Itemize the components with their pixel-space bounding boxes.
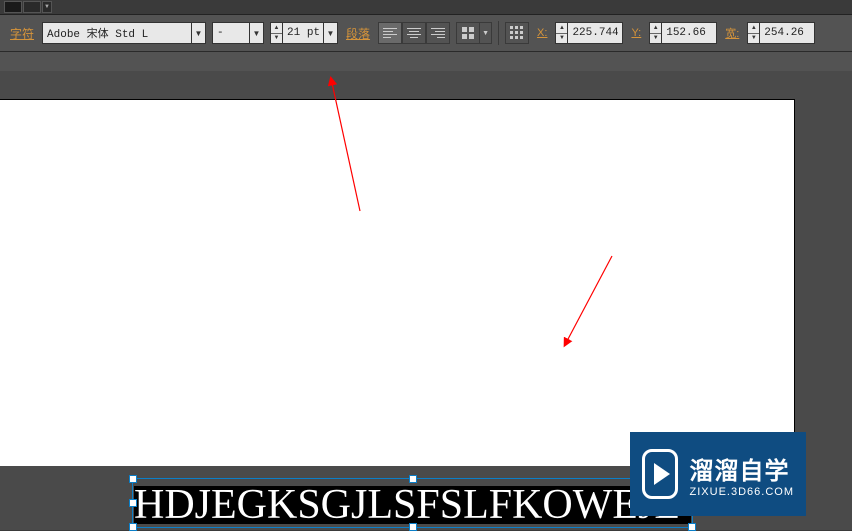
secondary-bar [0, 52, 852, 71]
paragraph-panel-link[interactable]: 段落 [344, 25, 372, 42]
y-coord-input[interactable] [661, 22, 717, 44]
font-style-dropdown[interactable]: ▼ [212, 22, 264, 44]
align-center-button[interactable] [402, 22, 426, 44]
watermark-en: ZIXUE.3D66.COM [690, 486, 794, 498]
font-family-arrow-icon[interactable]: ▼ [192, 22, 206, 44]
font-family-input[interactable] [42, 22, 192, 44]
character-panel-link[interactable]: 字符 [8, 25, 36, 42]
spinner-down-icon[interactable]: ▼ [271, 34, 282, 44]
title-bar: ▼ [0, 0, 852, 15]
text-frame-selection[interactable]: HDJEGKSGJLSFSLFKOWEJE [132, 478, 693, 528]
font-family-dropdown[interactable]: ▼ [42, 22, 206, 44]
distribute-dropdown-icon[interactable]: ▼ [480, 22, 492, 44]
x-coord-control[interactable]: ▲▼ [555, 22, 623, 44]
text-align-group [378, 22, 450, 44]
align-right-button[interactable] [426, 22, 450, 44]
x-coord-input[interactable] [567, 22, 623, 44]
font-style-arrow-icon[interactable]: ▼ [250, 22, 264, 44]
x-coord-label: X: [535, 27, 549, 39]
align-center-icon [407, 28, 421, 38]
artboard[interactable] [0, 99, 795, 466]
w-coord-input[interactable] [759, 22, 815, 44]
y-spinner[interactable]: ▲▼ [649, 22, 661, 44]
distribute-icon[interactable] [456, 22, 480, 44]
w-coord-label: 宽: [723, 25, 741, 41]
arrange-icon-2[interactable] [23, 1, 41, 13]
align-left-icon [383, 28, 397, 38]
w-spinner[interactable]: ▲▼ [747, 22, 759, 44]
window-arrange-icons[interactable]: ▼ [4, 1, 52, 13]
font-size-spinner[interactable]: ▲ ▼ [270, 22, 282, 44]
handle-middle-left[interactable] [129, 499, 137, 507]
handle-top-middle[interactable] [409, 475, 417, 483]
font-size-arrow-icon[interactable]: ▼ [324, 22, 338, 44]
watermark-cn: 溜溜自学 [690, 451, 794, 486]
handle-top-left[interactable] [129, 475, 137, 483]
y-coord-label: Y: [629, 27, 643, 39]
align-left-button[interactable] [378, 22, 402, 44]
arrange-dropdown-icon[interactable]: ▼ [42, 1, 52, 13]
spinner-up-icon[interactable]: ▲ [271, 23, 282, 34]
x-spinner[interactable]: ▲▼ [555, 22, 567, 44]
distribute-menu[interactable]: ▼ [456, 22, 492, 44]
align-right-icon [431, 28, 445, 38]
font-size-input[interactable] [282, 22, 324, 44]
transform-menu[interactable] [505, 22, 529, 44]
play-icon [642, 449, 678, 499]
text-highlight: HDJEGKSGJLSFSLFKOWEJE [134, 486, 691, 524]
y-coord-control[interactable]: ▲▼ [649, 22, 717, 44]
transform-grid-icon[interactable] [505, 22, 529, 44]
arrange-icon[interactable] [4, 1, 22, 13]
options-toolbar: 字符 ▼ ▼ ▲ ▼ ▼ 段落 ▼ [0, 15, 852, 52]
canvas-text-content[interactable]: HDJEGKSGJLSFSLFKOWEJE [134, 486, 680, 524]
toolbar-separator [498, 21, 499, 45]
watermark-text: 溜溜自学 ZIXUE.3D66.COM [690, 451, 794, 498]
font-style-input[interactable] [212, 22, 250, 44]
font-size-control[interactable]: ▲ ▼ ▼ [270, 22, 338, 44]
watermark-logo: 溜溜自学 ZIXUE.3D66.COM [630, 432, 806, 516]
w-coord-control[interactable]: ▲▼ [747, 22, 815, 44]
canvas-area[interactable]: HDJEGKSGJLSFSLFKOWEJE 溜溜自学 ZIXUE.3D66.CO… [0, 71, 852, 530]
